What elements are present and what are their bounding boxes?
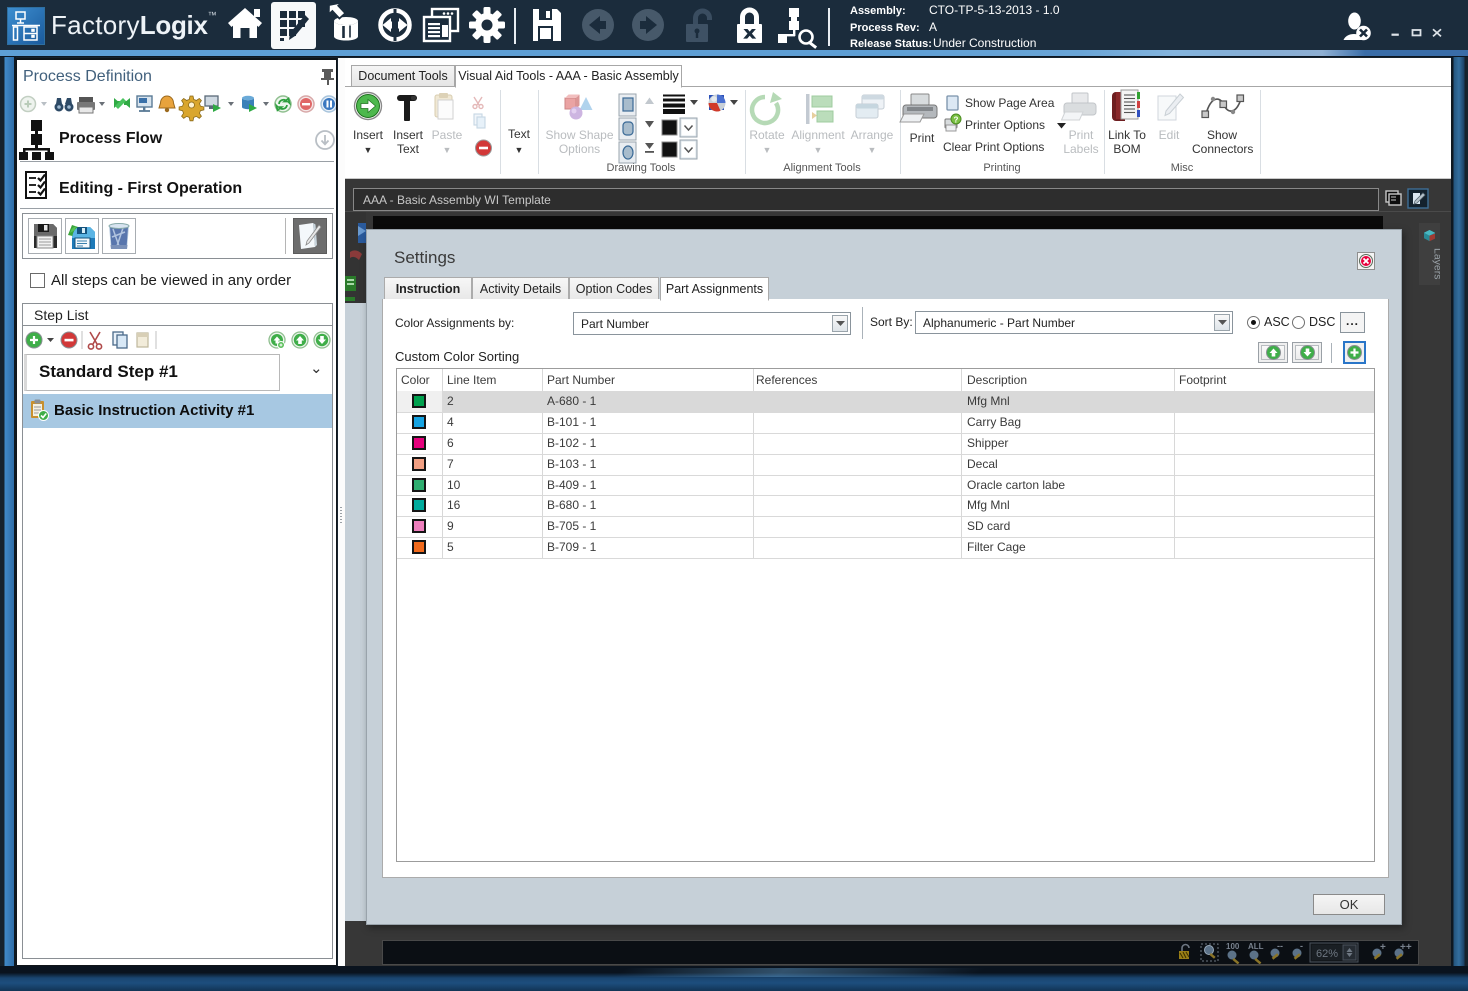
svg-text:62%: 62% — [1316, 948, 1338, 960]
svg-text:100: 100 — [1226, 942, 1240, 951]
svg-text:ALL: ALL — [1248, 942, 1264, 951]
svg-text:Layers: Layers — [1432, 248, 1441, 280]
svg-text:?: ? — [954, 116, 959, 125]
svg-text:--: -- — [1277, 941, 1283, 951]
svg-text:-: - — [1300, 941, 1303, 951]
